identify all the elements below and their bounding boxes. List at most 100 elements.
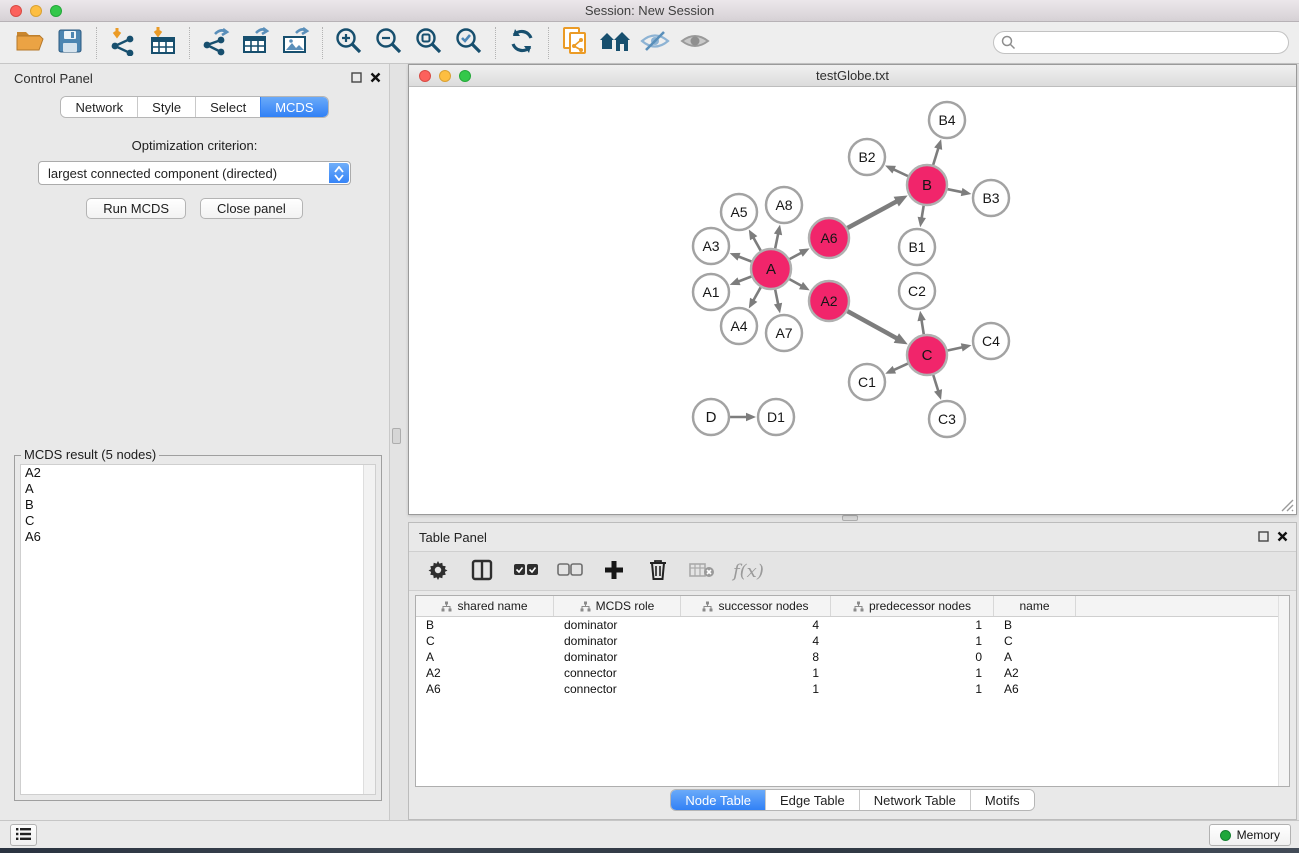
result-list-item[interactable]: B xyxy=(21,497,375,513)
column-header-MCDS-role[interactable]: MCDS role xyxy=(554,596,681,616)
zoom-in-button[interactable] xyxy=(329,26,369,60)
column-header-predecessor-nodes[interactable]: predecessor nodes xyxy=(831,596,994,616)
graph-edge-C-C1[interactable] xyxy=(893,364,908,371)
graph-node-A[interactable]: A xyxy=(751,249,791,289)
graph-node-C2[interactable]: C2 xyxy=(899,273,935,309)
graph-node-B2[interactable]: B2 xyxy=(849,139,885,175)
table-row[interactable]: Bdominator41B xyxy=(416,617,1289,633)
graph-node-A7[interactable]: A7 xyxy=(766,315,802,351)
graph-edge-C-C2[interactable] xyxy=(921,319,923,335)
network-window-titlebar[interactable]: testGlobe.txt xyxy=(409,65,1296,87)
graph-node-C[interactable]: C xyxy=(907,335,947,375)
show-all-button[interactable] xyxy=(675,26,715,60)
graph-node-C3[interactable]: C3 xyxy=(929,401,965,437)
graph-edge-A-A2[interactable] xyxy=(789,279,802,286)
graph-edge-A-A1[interactable] xyxy=(737,277,751,282)
zoom-window-button[interactable] xyxy=(50,5,62,17)
table-row[interactable]: Adominator80A xyxy=(416,649,1289,665)
graph-node-B[interactable]: B xyxy=(907,165,947,205)
minimize-window-button[interactable] xyxy=(30,5,42,17)
export-table-button[interactable] xyxy=(236,26,276,60)
table-settings-button[interactable] xyxy=(425,558,451,584)
vertical-splitter-handle[interactable] xyxy=(392,428,401,444)
graph-node-A5[interactable]: A5 xyxy=(721,194,757,230)
select-all-button[interactable] xyxy=(513,558,539,584)
deselect-all-button[interactable] xyxy=(557,558,583,584)
column-header-shared-name[interactable]: shared name xyxy=(416,596,554,616)
tab-edge-table[interactable]: Edge Table xyxy=(765,790,859,810)
tab-node-table[interactable]: Node Table xyxy=(671,790,765,810)
graph-node-A1[interactable]: A1 xyxy=(693,274,729,310)
graph-edge-A6-B[interactable] xyxy=(847,201,898,228)
float-table-panel-icon[interactable] xyxy=(1258,530,1269,545)
close-panel-button[interactable]: Close panel xyxy=(200,198,303,219)
export-image-button[interactable] xyxy=(276,26,316,60)
graph-node-D1[interactable]: D1 xyxy=(758,399,794,435)
table-row[interactable]: Cdominator41C xyxy=(416,633,1289,649)
tab-network[interactable]: Network xyxy=(61,97,137,117)
table-row[interactable]: A6connector11A6 xyxy=(416,681,1289,697)
import-network-button[interactable] xyxy=(103,26,143,60)
task-history-button[interactable] xyxy=(10,824,37,846)
first-neighbors-button[interactable] xyxy=(595,26,635,60)
resize-grip-icon[interactable] xyxy=(1281,499,1294,512)
graph-node-A8[interactable]: A8 xyxy=(766,187,802,223)
float-panel-icon[interactable] xyxy=(351,71,362,86)
close-window-button[interactable] xyxy=(10,5,22,17)
save-session-button[interactable] xyxy=(50,26,90,60)
graph-node-A3[interactable]: A3 xyxy=(693,228,729,264)
result-list-item[interactable]: A xyxy=(21,481,375,497)
zoom-fit-button[interactable] xyxy=(409,26,449,60)
table-scrollbar[interactable] xyxy=(1278,596,1289,786)
graph-edge-A-A7[interactable] xyxy=(775,290,778,306)
column-header-successor-nodes[interactable]: successor nodes xyxy=(681,596,831,616)
column-visibility-button[interactable] xyxy=(469,558,495,584)
graph-edge-B-B4[interactable] xyxy=(933,147,939,165)
apply-layout-button[interactable] xyxy=(502,26,542,60)
graph-node-A4[interactable]: A4 xyxy=(721,308,757,344)
import-table-button[interactable] xyxy=(143,26,183,60)
tab-mcds[interactable]: MCDS xyxy=(260,97,327,117)
run-mcds-button[interactable]: Run MCDS xyxy=(86,198,186,219)
graph-node-B1[interactable]: B1 xyxy=(899,229,935,265)
graph-edge-C-C4[interactable] xyxy=(948,347,964,351)
hide-selected-button[interactable] xyxy=(635,26,675,60)
graph-node-A6[interactable]: A6 xyxy=(809,218,849,258)
graph-edge-B-B2[interactable] xyxy=(892,169,908,176)
graph-node-D[interactable]: D xyxy=(693,399,729,435)
open-session-button[interactable] xyxy=(10,26,50,60)
column-header-name[interactable]: name xyxy=(994,596,1076,616)
graph-edge-B-B3[interactable] xyxy=(948,189,964,192)
graph-edge-A-A8[interactable] xyxy=(775,232,778,248)
result-list-item[interactable]: A2 xyxy=(21,465,375,481)
new-network-from-selection-button[interactable] xyxy=(555,26,595,60)
criterion-dropdown[interactable]: largest connected component (directed) xyxy=(38,161,351,185)
export-network-button[interactable] xyxy=(196,26,236,60)
zoom-selected-button[interactable] xyxy=(449,26,489,60)
graph-node-B3[interactable]: B3 xyxy=(973,180,1009,216)
add-column-button[interactable] xyxy=(601,558,627,584)
delete-column-button[interactable] xyxy=(645,558,671,584)
network-minimize-button[interactable] xyxy=(439,70,451,82)
table-row[interactable]: A2connector11A2 xyxy=(416,665,1289,681)
result-list-item[interactable]: C xyxy=(21,513,375,529)
graph-node-C1[interactable]: C1 xyxy=(849,364,885,400)
memory-button[interactable]: Memory xyxy=(1209,824,1291,846)
graph-edge-A-A5[interactable] xyxy=(753,236,761,250)
graph-edge-A-A3[interactable] xyxy=(737,256,751,261)
graph-edge-A2-C[interactable] xyxy=(847,311,898,339)
graph-node-C4[interactable]: C4 xyxy=(973,323,1009,359)
zoom-out-button[interactable] xyxy=(369,26,409,60)
close-panel-icon[interactable] xyxy=(370,71,381,86)
graph-edge-C-C3[interactable] xyxy=(933,375,938,392)
graph-edge-A-A6[interactable] xyxy=(790,252,803,259)
tab-motifs[interactable]: Motifs xyxy=(970,790,1034,810)
graph-node-B4[interactable]: B4 xyxy=(929,102,965,138)
graph-node-A2[interactable]: A2 xyxy=(809,281,849,321)
network-canvas[interactable]: A A1 A2 A3 A4 A5 A6 A7 A8 B B1 B2 B3 B4 C C1 C2 C3 C4 D D1 xyxy=(409,87,1296,514)
result-scrollbar[interactable] xyxy=(363,465,375,794)
graph-edge-A-A4[interactable] xyxy=(753,287,761,301)
tab-select[interactable]: Select xyxy=(195,97,260,117)
close-table-panel-icon[interactable] xyxy=(1277,530,1288,545)
network-close-button[interactable] xyxy=(419,70,431,82)
